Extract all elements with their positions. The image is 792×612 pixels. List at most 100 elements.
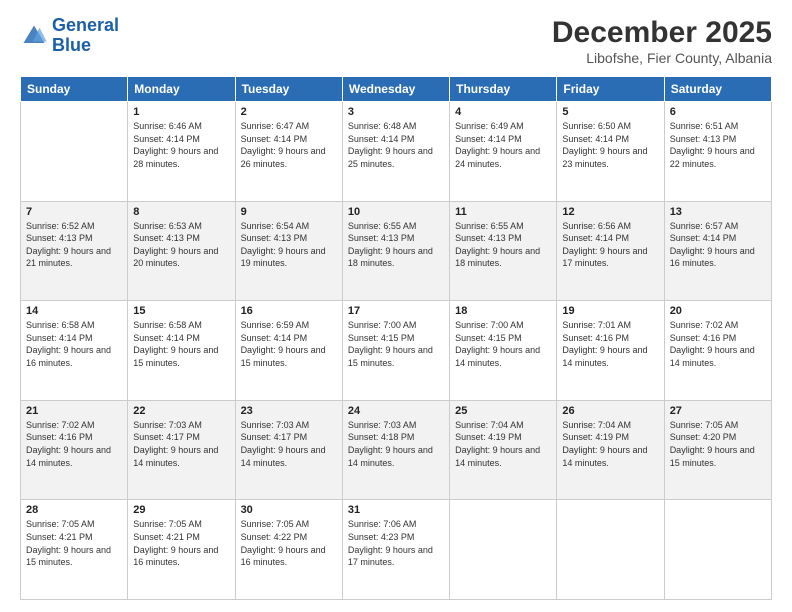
day-number: 5 [562,106,658,118]
day-info: Sunrise: 7:04 AMSunset: 4:19 PMDaylight:… [562,419,658,469]
day-number: 8 [133,206,229,218]
day-info: Sunrise: 6:58 AMSunset: 4:14 PMDaylight:… [133,319,229,369]
day-info: Sunrise: 6:52 AMSunset: 4:13 PMDaylight:… [26,220,122,270]
calendar-cell: 23 Sunrise: 7:03 AMSunset: 4:17 PMDayligh… [235,400,342,500]
calendar-cell: 5 Sunrise: 6:50 AMSunset: 4:14 PMDaylight… [557,102,664,202]
calendar-cell: 7 Sunrise: 6:52 AMSunset: 4:13 PMDaylight… [21,201,128,301]
day-info: Sunrise: 6:51 AMSunset: 4:13 PMDaylight:… [670,120,766,170]
day-info: Sunrise: 7:03 AMSunset: 4:17 PMDaylight:… [133,419,229,469]
day-info: Sunrise: 6:50 AMSunset: 4:14 PMDaylight:… [562,120,658,170]
day-info: Sunrise: 7:00 AMSunset: 4:15 PMDaylight:… [455,319,551,369]
day-number: 21 [26,405,122,417]
day-number: 17 [348,305,444,317]
calendar-cell: 20 Sunrise: 7:02 AMSunset: 4:16 PMDayligh… [664,301,771,401]
title-block: December 2025 Libofshe, Fier County, Alb… [552,16,772,66]
day-info: Sunrise: 6:55 AMSunset: 4:13 PMDaylight:… [455,220,551,270]
calendar-week-row: 1 Sunrise: 6:46 AMSunset: 4:14 PMDaylight… [21,102,772,202]
day-number: 10 [348,206,444,218]
day-info: Sunrise: 6:46 AMSunset: 4:14 PMDaylight:… [133,120,229,170]
day-number: 1 [133,106,229,118]
calendar-cell: 27 Sunrise: 7:05 AMSunset: 4:20 PMDayligh… [664,400,771,500]
day-number: 6 [670,106,766,118]
day-number: 19 [562,305,658,317]
calendar-cell: 21 Sunrise: 7:02 AMSunset: 4:16 PMDayligh… [21,400,128,500]
header-cell-saturday: Saturday [664,77,771,102]
day-number: 26 [562,405,658,417]
day-info: Sunrise: 6:56 AMSunset: 4:14 PMDaylight:… [562,220,658,270]
calendar-cell: 13 Sunrise: 6:57 AMSunset: 4:14 PMDayligh… [664,201,771,301]
day-info: Sunrise: 6:54 AMSunset: 4:13 PMDaylight:… [241,220,337,270]
day-info: Sunrise: 6:58 AMSunset: 4:14 PMDaylight:… [26,319,122,369]
day-number: 25 [455,405,551,417]
calendar-week-row: 21 Sunrise: 7:02 AMSunset: 4:16 PMDayligh… [21,400,772,500]
calendar-cell: 10 Sunrise: 6:55 AMSunset: 4:13 PMDayligh… [342,201,449,301]
calendar-week-row: 28 Sunrise: 7:05 AMSunset: 4:21 PMDayligh… [21,500,772,600]
day-info: Sunrise: 7:05 AMSunset: 4:20 PMDaylight:… [670,419,766,469]
day-number: 24 [348,405,444,417]
day-info: Sunrise: 7:04 AMSunset: 4:19 PMDaylight:… [455,419,551,469]
day-info: Sunrise: 7:06 AMSunset: 4:23 PMDaylight:… [348,518,444,568]
day-number: 14 [26,305,122,317]
calendar-cell: 6 Sunrise: 6:51 AMSunset: 4:13 PMDaylight… [664,102,771,202]
logo-icon [20,22,48,50]
day-number: 11 [455,206,551,218]
calendar-cell: 14 Sunrise: 6:58 AMSunset: 4:14 PMDayligh… [21,301,128,401]
day-number: 29 [133,504,229,516]
header-cell-wednesday: Wednesday [342,77,449,102]
day-number: 20 [670,305,766,317]
day-info: Sunrise: 6:55 AMSunset: 4:13 PMDaylight:… [348,220,444,270]
calendar-week-row: 7 Sunrise: 6:52 AMSunset: 4:13 PMDaylight… [21,201,772,301]
day-info: Sunrise: 6:49 AMSunset: 4:14 PMDaylight:… [455,120,551,170]
day-info: Sunrise: 7:05 AMSunset: 4:22 PMDaylight:… [241,518,337,568]
calendar-cell: 26 Sunrise: 7:04 AMSunset: 4:19 PMDayligh… [557,400,664,500]
day-info: Sunrise: 6:48 AMSunset: 4:14 PMDaylight:… [348,120,444,170]
calendar-cell: 16Sunrise: 6:59 AMSunset: 4:14 PMDayligh… [235,301,342,401]
calendar-cell [557,500,664,600]
day-number: 13 [670,206,766,218]
calendar-cell: 31 Sunrise: 7:06 AMSunset: 4:23 PMDayligh… [342,500,449,600]
day-number: 3 [348,106,444,118]
day-info: Sunrise: 7:02 AMSunset: 4:16 PMDaylight:… [26,419,122,469]
day-info: Sunrise: 7:03 AMSunset: 4:18 PMDaylight:… [348,419,444,469]
day-info: Sunrise: 7:05 AMSunset: 4:21 PMDaylight:… [133,518,229,568]
calendar-cell: 2Sunrise: 6:47 AMSunset: 4:14 PMDaylight… [235,102,342,202]
day-number: 31 [348,504,444,516]
day-number: 30 [241,504,337,516]
calendar-cell: 24 Sunrise: 7:03 AMSunset: 4:18 PMDayligh… [342,400,449,500]
day-info: Sunrise: 7:01 AMSunset: 4:16 PMDaylight:… [562,319,658,369]
calendar-cell: 22 Sunrise: 7:03 AMSunset: 4:17 PMDayligh… [128,400,235,500]
calendar-cell: 1 Sunrise: 6:46 AMSunset: 4:14 PMDaylight… [128,102,235,202]
day-info: Sunrise: 6:57 AMSunset: 4:14 PMDaylight:… [670,220,766,270]
calendar-cell: 25 Sunrise: 7:04 AMSunset: 4:19 PMDayligh… [450,400,557,500]
subtitle: Libofshe, Fier County, Albania [552,50,772,66]
calendar-header-row: SundayMondayTuesdayWednesdayThursdayFrid… [21,77,772,102]
day-number: 27 [670,405,766,417]
day-number: 7 [26,206,122,218]
month-title: December 2025 [552,16,772,50]
calendar-cell [664,500,771,600]
day-number: 16 [241,305,337,317]
day-number: 23 [241,405,337,417]
day-number: 4 [455,106,551,118]
calendar-cell: 18 Sunrise: 7:00 AMSunset: 4:15 PMDayligh… [450,301,557,401]
calendar-cell: 29 Sunrise: 7:05 AMSunset: 4:21 PMDayligh… [128,500,235,600]
calendar-table: SundayMondayTuesdayWednesdayThursdayFrid… [20,76,772,600]
header-cell-thursday: Thursday [450,77,557,102]
day-number: 28 [26,504,122,516]
calendar-week-row: 14 Sunrise: 6:58 AMSunset: 4:14 PMDayligh… [21,301,772,401]
day-number: 15 [133,305,229,317]
header-cell-friday: Friday [557,77,664,102]
day-info: Sunrise: 7:05 AMSunset: 4:21 PMDaylight:… [26,518,122,568]
calendar-cell: 11 Sunrise: 6:55 AMSunset: 4:13 PMDayligh… [450,201,557,301]
header-cell-tuesday: Tuesday [235,77,342,102]
calendar-cell: 19 Sunrise: 7:01 AMSunset: 4:16 PMDayligh… [557,301,664,401]
header-cell-monday: Monday [128,77,235,102]
day-info: Sunrise: 6:53 AMSunset: 4:13 PMDaylight:… [133,220,229,270]
day-info: Sunrise: 7:03 AMSunset: 4:17 PMDaylight:… [241,419,337,469]
day-number: 18 [455,305,551,317]
day-info: Sunrise: 7:02 AMSunset: 4:16 PMDaylight:… [670,319,766,369]
day-number: 22 [133,405,229,417]
header-cell-sunday: Sunday [21,77,128,102]
calendar-cell: 15 Sunrise: 6:58 AMSunset: 4:14 PMDayligh… [128,301,235,401]
logo: General Blue [20,16,119,56]
